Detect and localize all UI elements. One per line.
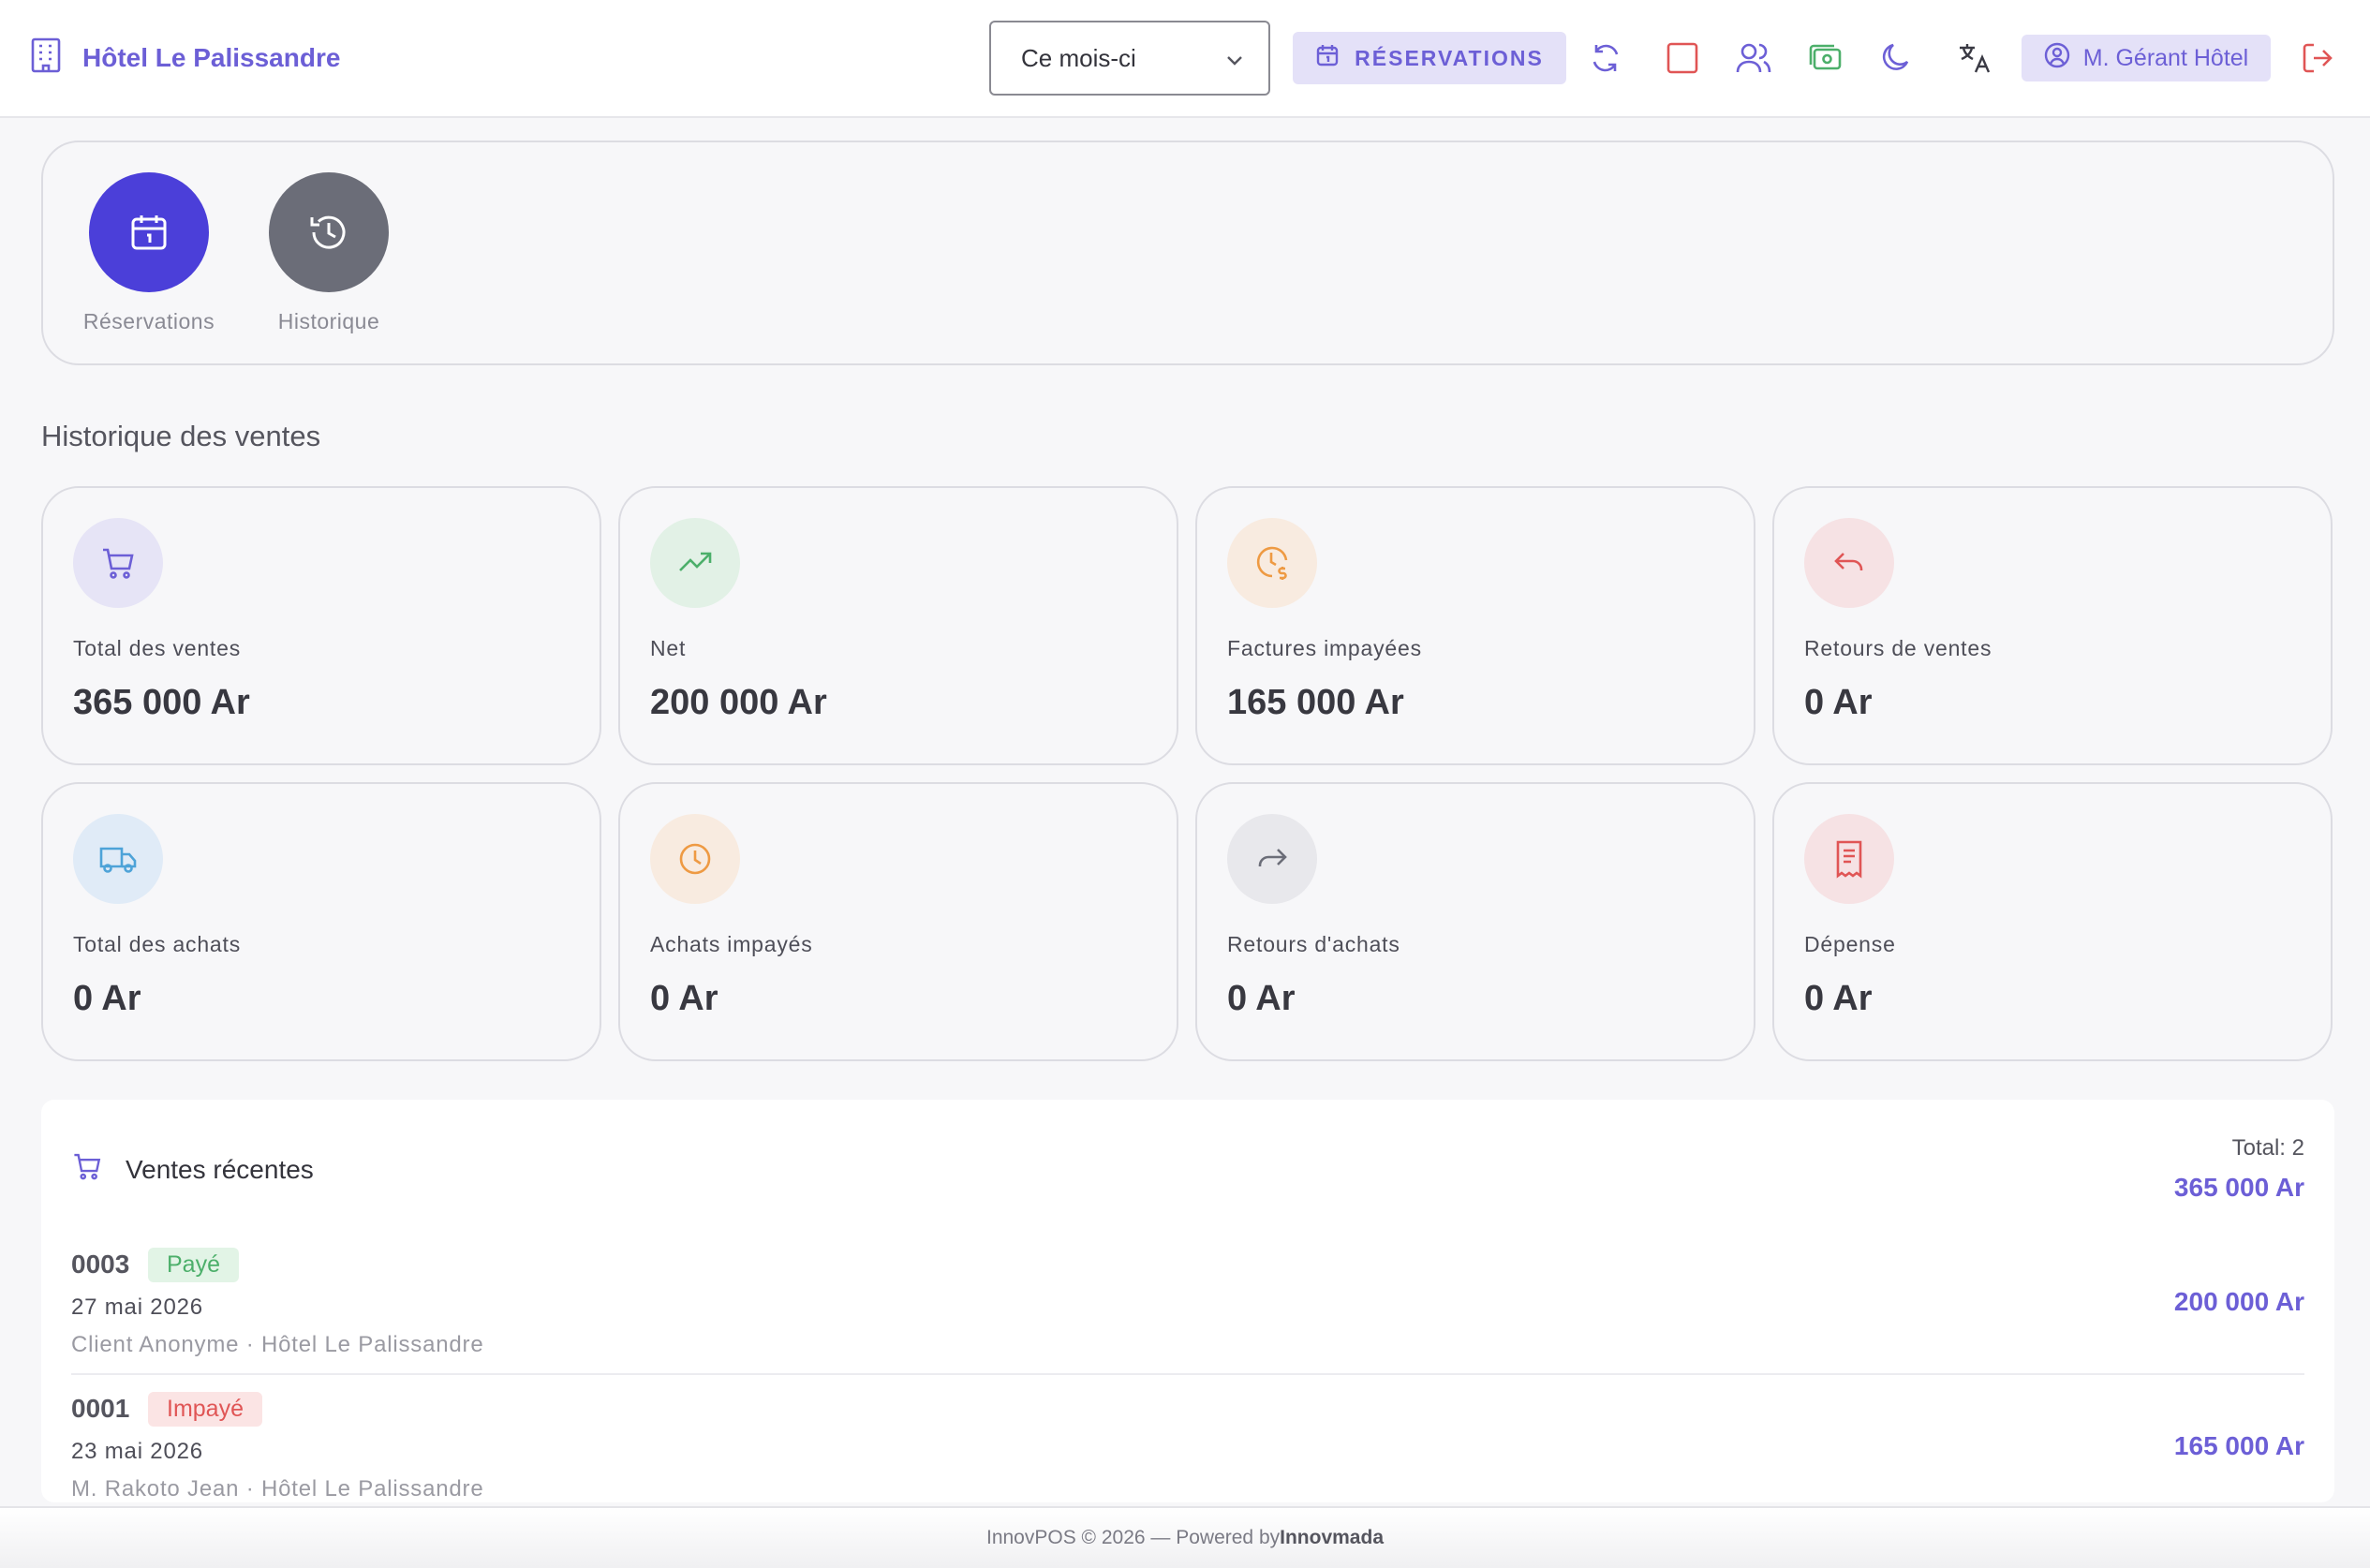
sale-amount: 200 000 Ar (2173, 1287, 2304, 1316)
stat-card-total-purchases[interactable]: Total des achats 0 Ar (41, 782, 601, 1061)
moon-icon[interactable] (1875, 37, 1917, 79)
fullscreen-icon[interactable] (1662, 37, 1703, 79)
quick-action-reservations[interactable]: Réservations (74, 172, 224, 334)
divider (71, 1373, 2304, 1375)
stat-card-net[interactable]: Net 200 000 Ar (618, 486, 1178, 765)
forward-icon (1227, 814, 1317, 904)
stat-value: 0 Ar (73, 979, 141, 1018)
stat-value: 0 Ar (1804, 979, 1873, 1018)
sale-number: 0001 (71, 1394, 130, 1423)
sale-row[interactable]: 0001 Impayé 23 mai 2026 M. Rakoto Jean ·… (71, 1392, 2304, 1502)
refresh-icon[interactable] (1585, 37, 1626, 79)
reservations-button-label: RÉSERVATIONS (1355, 45, 1544, 70)
stat-card-purchase-returns[interactable]: Retours d'achats 0 Ar (1195, 782, 1755, 1061)
users-icon[interactable] (1733, 37, 1774, 79)
brand-name: Hôtel Le Palissandre (82, 42, 341, 72)
stat-label: Dépense (1804, 932, 1896, 956)
truck-icon (73, 814, 163, 904)
stat-value: 365 000 Ar (73, 683, 250, 722)
stat-value: 0 Ar (1804, 683, 1873, 722)
user-circle-icon (2044, 42, 2070, 75)
recent-sales-header: Ventes récentes (71, 1150, 314, 1189)
stat-card-sales-returns[interactable]: Retours de ventes 0 Ar (1772, 486, 2333, 765)
sale-date: 27 mai 2026 (71, 1294, 203, 1320)
section-title: Historique des ventes (41, 420, 321, 452)
recent-sales-title: Ventes récentes (126, 1154, 314, 1184)
stat-label: Retours d'achats (1227, 932, 1400, 956)
stat-label: Retours de ventes (1804, 636, 1992, 660)
period-value: Ce mois-ci (1021, 43, 1136, 72)
stat-card-total-sales[interactable]: Total des ventes 365 000 Ar (41, 486, 601, 765)
reservations-button[interactable]: RÉSERVATIONS (1293, 32, 1566, 84)
cart-icon (71, 1150, 103, 1189)
status-badge: Payé (148, 1248, 239, 1282)
stat-card-unpaid-purchases[interactable]: Achats impayés 0 Ar (618, 782, 1178, 1061)
quick-actions-panel: Réservations Historique (41, 141, 2334, 365)
sale-client: Client Anonyme · Hôtel Le Palissandre (71, 1332, 484, 1357)
return-left-icon (1804, 518, 1894, 608)
translate-icon[interactable] (1954, 37, 1995, 79)
calendar-icon (89, 172, 209, 292)
user-menu-button[interactable]: M. Gérant Hôtel (2022, 35, 2271, 81)
cash-icon[interactable] (1804, 37, 1845, 79)
period-select[interactable]: Ce mois-ci (989, 21, 1270, 96)
chevron-down-icon (1225, 44, 1244, 73)
recent-sales-total: Total: 2 365 000 Ar (2174, 1135, 2304, 1203)
stat-label: Factures impayées (1227, 636, 1422, 660)
sale-amount: 165 000 Ar (2173, 1431, 2304, 1460)
footer: InnovPOS © 2026 — Powered by Innovmada (0, 1506, 2370, 1568)
recent-sales-panel: Ventes récentes Total: 2 365 000 Ar 0003… (41, 1100, 2334, 1502)
cart-icon (73, 518, 163, 608)
logout-icon[interactable] (2297, 37, 2338, 79)
quick-action-label: Réservations (82, 309, 215, 333)
stat-label: Achats impayés (650, 932, 813, 956)
stat-value: 200 000 Ar (650, 683, 827, 722)
trending-up-icon (650, 518, 740, 608)
brand[interactable]: Hôtel Le Palissandre (30, 37, 340, 78)
sale-date: 23 mai 2026 (71, 1439, 203, 1464)
stat-label: Total des ventes (73, 636, 242, 660)
stat-card-unpaid-invoices[interactable]: Factures impayées 165 000 Ar (1195, 486, 1755, 765)
stat-value: 165 000 Ar (1227, 683, 1404, 722)
quick-action-label: Historique (277, 309, 380, 333)
sale-number: 0003 (71, 1250, 130, 1279)
quick-action-history[interactable]: Historique (254, 172, 404, 334)
stat-label: Total des achats (73, 932, 242, 956)
status-badge: Impayé (148, 1392, 262, 1427)
footer-company-link[interactable]: Innovmada (1280, 1527, 1384, 1549)
stat-card-expense[interactable]: Dépense 0 Ar (1772, 782, 2333, 1061)
sale-client: M. Rakoto Jean · Hôtel Le Palissandre (71, 1476, 484, 1501)
clock-dollar-icon (1227, 518, 1317, 608)
user-name: M. Gérant Hôtel (2082, 44, 2249, 71)
sale-row[interactable]: 0003 Payé 27 mai 2026 Client Anonyme · H… (71, 1248, 2304, 1390)
total-amount: 365 000 Ar (2173, 1173, 2304, 1202)
building-icon (30, 37, 62, 78)
top-bar: Hôtel Le Palissandre Ce mois-ci RÉSERVAT… (0, 0, 2370, 118)
history-icon (269, 172, 389, 292)
stat-value: 0 Ar (650, 979, 718, 1018)
calendar-icon (1315, 43, 1340, 73)
receipt-icon (1804, 814, 1894, 904)
footer-text: InnovPOS © 2026 — Powered by (985, 1527, 1281, 1548)
stat-label: Net (650, 636, 687, 660)
total-count: Total: 2 (2231, 1135, 2304, 1161)
stat-value: 0 Ar (1227, 979, 1296, 1018)
clock-icon (650, 814, 740, 904)
